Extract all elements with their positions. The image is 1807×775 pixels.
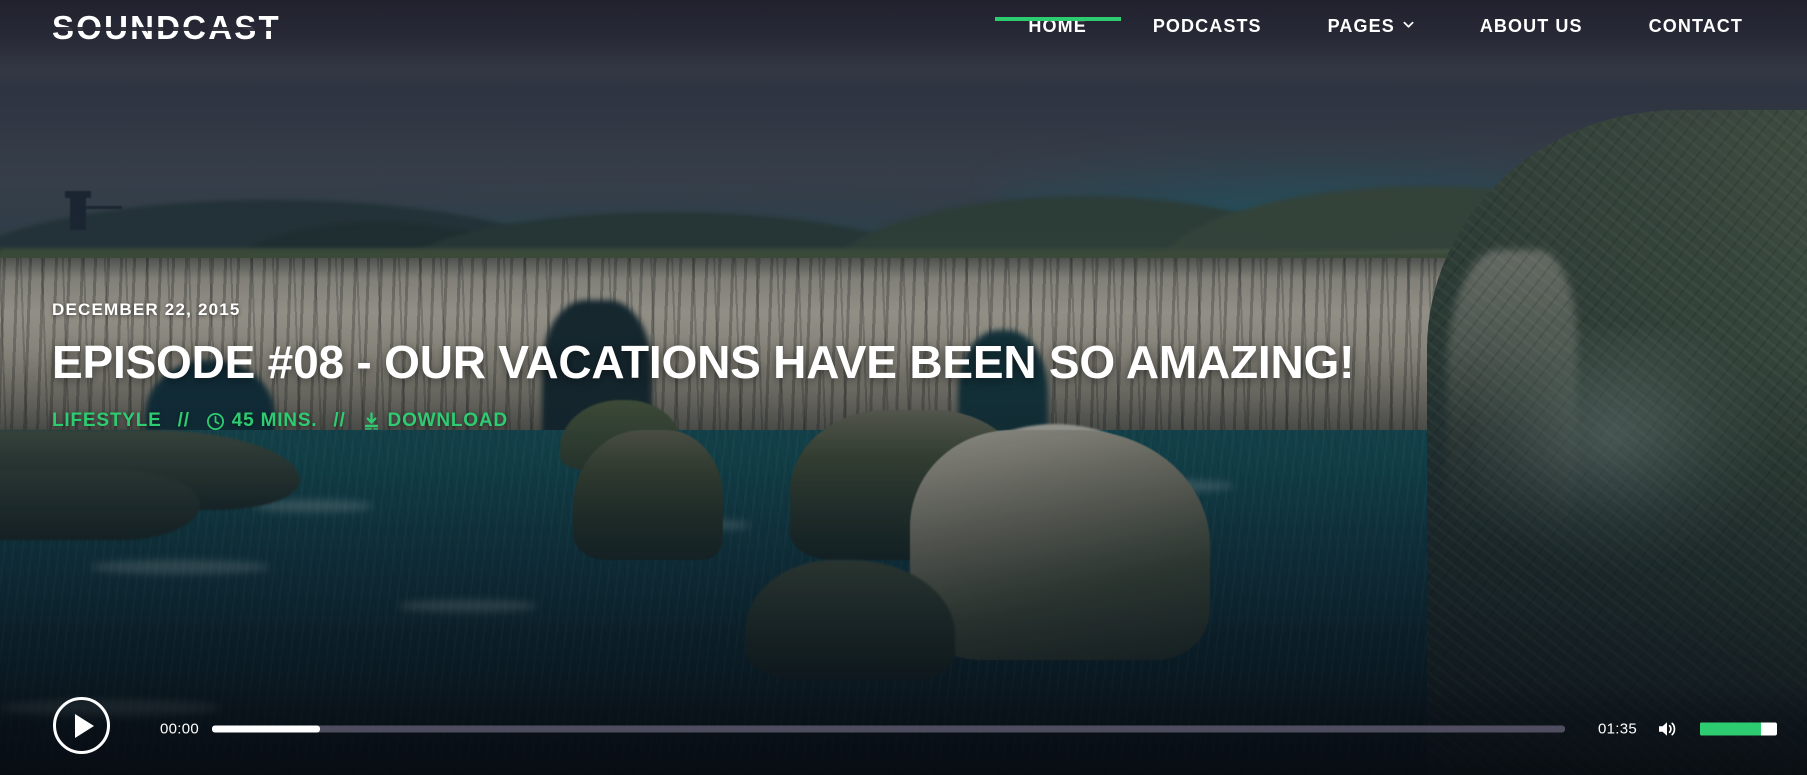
progress-bar[interactable]: [212, 725, 1565, 733]
download-label: DOWNLOAD: [387, 410, 508, 432]
main-navigation: HOME PODCASTS PAGES ABOUT US CONTACT: [994, 0, 1743, 92]
episode-meta: LIFESTYLE // 45 MINS. // DOWNLOAD: [52, 410, 1354, 432]
episode-duration-label: 45 MINS.: [231, 410, 318, 432]
nav-item-label: CONTACT: [1648, 16, 1743, 36]
current-time-label: 00:00: [160, 720, 200, 738]
volume-icon[interactable]: [1657, 719, 1679, 739]
nav-item-label: PAGES: [1327, 16, 1395, 36]
episode-title: EPISODE #08 - OUR VACATIONS HAVE BEEN SO…: [52, 336, 1355, 388]
clock-icon: [206, 412, 225, 431]
nav-item-contact[interactable]: CONTACT: [1649, 0, 1743, 37]
page-root: SOUNDCAST HOME PODCASTS PAGES ABOUT US C…: [0, 0, 1807, 775]
nav-item-label: ABOUT US: [1479, 16, 1583, 36]
volume-slider-fill: [1700, 722, 1761, 736]
volume-slider[interactable]: [1700, 722, 1777, 736]
nav-item-about-us[interactable]: ABOUT US: [1480, 0, 1583, 37]
episode-category-link[interactable]: LIFESTYLE: [52, 410, 162, 432]
site-logo[interactable]: SOUNDCAST: [52, 11, 281, 44]
meta-separator: //: [333, 410, 346, 432]
hero-content: DECEMBER 22, 2015 EPISODE #08 - OUR VACA…: [52, 300, 1354, 432]
nav-item-pages[interactable]: PAGES: [1328, 0, 1414, 37]
nav-item-home[interactable]: HOME: [994, 0, 1121, 37]
play-button[interactable]: [53, 697, 110, 754]
duration-label: 01:35: [1597, 720, 1637, 738]
episode-category-label: LIFESTYLE: [52, 410, 162, 432]
episode-date: DECEMBER 22, 2015: [52, 300, 241, 319]
episode-duration: 45 MINS.: [206, 410, 318, 432]
chevron-down-icon: [1403, 19, 1414, 30]
meta-separator: //: [177, 410, 190, 432]
audio-player-bar: 00:00 01:35: [0, 683, 1807, 775]
nav-active-indicator: [994, 17, 1121, 21]
progress-bar-fill: [212, 725, 321, 733]
nav-item-label: PODCASTS: [1152, 16, 1262, 36]
logo-stripe: [52, 27, 281, 31]
nav-item-podcasts[interactable]: PODCASTS: [1153, 0, 1262, 37]
site-header: SOUNDCAST HOME PODCASTS PAGES ABOUT US C…: [0, 0, 1807, 92]
download-link[interactable]: DOWNLOAD: [362, 410, 508, 432]
download-icon: [362, 412, 381, 431]
play-icon: [74, 713, 94, 738]
